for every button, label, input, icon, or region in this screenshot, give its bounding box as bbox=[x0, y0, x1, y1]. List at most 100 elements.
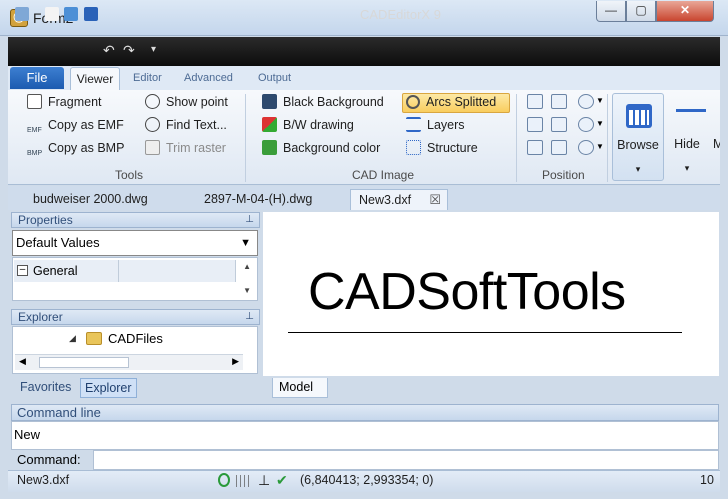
group-label-tools: Tools bbox=[115, 168, 144, 182]
hide-button[interactable]: Hide ▾ bbox=[666, 93, 708, 181]
folder-icon bbox=[86, 332, 102, 345]
status-file: New3.dxf bbox=[17, 473, 70, 487]
fragment-label: Fragment bbox=[48, 95, 102, 109]
command-output: New bbox=[11, 421, 719, 450]
black-background-button[interactable]: Black Background bbox=[262, 93, 384, 111]
tab-file[interactable]: File bbox=[10, 67, 64, 89]
layers-button[interactable]: Layers bbox=[406, 116, 465, 134]
properties-select[interactable]: Default Values ▼ bbox=[12, 230, 258, 256]
chevron-down-icon[interactable]: ▼ bbox=[240, 231, 251, 255]
close-tab-icon[interactable]: ☒ bbox=[429, 190, 441, 210]
tab-model[interactable]: Model bbox=[272, 378, 328, 398]
arcs-splitted-button[interactable]: Arcs Splitted bbox=[406, 93, 496, 111]
tab-favorites[interactable]: Favorites bbox=[16, 378, 75, 398]
structure-label: Structure bbox=[427, 141, 478, 155]
hide-dropdown-icon[interactable]: ▾ bbox=[666, 163, 708, 174]
structure-button[interactable]: Structure bbox=[406, 139, 478, 157]
ortho-icon[interactable]: ⊥ bbox=[258, 472, 270, 488]
undo-icon[interactable]: ↶ bbox=[103, 42, 115, 59]
app-menu-icon[interactable] bbox=[15, 7, 29, 21]
show-point-button[interactable]: Show point bbox=[145, 93, 228, 111]
property-grid: – General ▲ ▼ bbox=[12, 257, 258, 301]
minimize-button[interactable]: — bbox=[596, 1, 626, 22]
open-folder-icon[interactable] bbox=[64, 7, 78, 21]
zoom-options-icon[interactable] bbox=[578, 140, 594, 155]
properties-select-value: Default Values bbox=[16, 235, 100, 250]
trim-raster-button[interactable]: Trim raster bbox=[145, 139, 226, 157]
scroll-down-icon[interactable]: ▼ bbox=[243, 286, 251, 295]
snap-icon[interactable] bbox=[218, 473, 230, 487]
pan-icon[interactable] bbox=[527, 117, 543, 132]
zoom-in-dropdown-icon[interactable]: ▼ bbox=[596, 96, 604, 105]
collapse-icon[interactable]: – bbox=[17, 265, 28, 276]
browse-button[interactable]: Browse ▾ bbox=[612, 93, 664, 181]
more-button[interactable]: M bbox=[711, 93, 720, 181]
layers-label: Layers bbox=[427, 118, 465, 132]
crosshair-icon bbox=[145, 94, 160, 109]
new-file-icon[interactable] bbox=[45, 7, 59, 21]
bw-drawing-icon bbox=[262, 117, 277, 132]
tab-viewer[interactable]: Viewer bbox=[70, 67, 120, 91]
layers-icon bbox=[406, 117, 421, 132]
fragment-icon bbox=[27, 94, 42, 109]
copy-emf-label: Copy as EMF bbox=[48, 118, 124, 132]
orbit-icon[interactable] bbox=[551, 140, 567, 155]
tab-explorer[interactable]: Explorer bbox=[80, 378, 137, 398]
horizontal-scrollbar[interactable]: ◀ ▶ bbox=[15, 354, 243, 370]
black-background-icon bbox=[262, 94, 277, 109]
redo-icon[interactable]: ↷ bbox=[123, 42, 135, 59]
show-point-label: Show point bbox=[166, 95, 228, 109]
pin-icon[interactable]: ⊥ bbox=[245, 310, 254, 324]
more-label: M bbox=[713, 137, 720, 151]
grid-icon[interactable] bbox=[236, 475, 250, 487]
copy-emf-button[interactable]: EMF Copy as EMF bbox=[27, 116, 124, 134]
bw-drawing-label: B/W drawing bbox=[283, 118, 354, 132]
scrollbar-thumb[interactable] bbox=[39, 357, 129, 368]
browse-dropdown-icon[interactable]: ▾ bbox=[613, 164, 663, 175]
fragment-button[interactable]: Fragment bbox=[27, 93, 102, 111]
zoom-out-icon[interactable] bbox=[578, 117, 594, 132]
tree-expand-icon[interactable]: ◢ bbox=[69, 333, 76, 344]
status-coordinates: (6,840413; 2,993354; 0) bbox=[300, 473, 434, 487]
background-color-button[interactable]: Background color bbox=[262, 139, 380, 157]
document-tab-active[interactable]: New3.dxf ☒ bbox=[350, 189, 448, 210]
zoom-out-dropdown-icon[interactable]: ▼ bbox=[596, 119, 604, 128]
scroll-left-icon[interactable]: ◀ bbox=[19, 356, 26, 367]
trim-raster-label: Trim raster bbox=[166, 141, 226, 155]
background-color-icon bbox=[262, 140, 277, 155]
tab-editor[interactable]: Editor bbox=[133, 72, 162, 84]
fit-icon[interactable] bbox=[527, 94, 543, 109]
pin-icon[interactable]: ⊥ bbox=[245, 213, 254, 227]
ribbon-title: CADEditorX 9 bbox=[360, 7, 441, 22]
maximize-button[interactable]: ▢ bbox=[626, 1, 656, 22]
command-input[interactable] bbox=[93, 450, 719, 470]
group-separator bbox=[516, 94, 517, 182]
tree-item-cadfiles[interactable]: CADFiles bbox=[108, 331, 163, 346]
find-text-button[interactable]: Find Text... bbox=[145, 116, 227, 134]
rotate-icon[interactable] bbox=[527, 140, 543, 155]
tab-advanced[interactable]: Advanced bbox=[184, 72, 233, 84]
scroll-right-icon[interactable]: ▶ bbox=[232, 356, 239, 367]
copy-bmp-button[interactable]: BMP Copy as BMP bbox=[27, 139, 124, 157]
status-page: 10 bbox=[700, 473, 714, 487]
properties-panel-header: Properties ⊥ bbox=[11, 212, 260, 228]
copy-bmp-icon: BMP bbox=[27, 150, 43, 157]
group-separator bbox=[245, 94, 246, 182]
close-button[interactable]: ✕ bbox=[656, 1, 714, 22]
zoom-extents-icon[interactable] bbox=[551, 117, 567, 132]
save-icon[interactable] bbox=[84, 7, 98, 21]
zoom-options-dropdown-icon[interactable]: ▼ bbox=[596, 142, 604, 151]
document-tab[interactable]: budweiser 2000.dwg bbox=[33, 189, 148, 210]
zoom-window-icon[interactable] bbox=[551, 94, 567, 109]
scroll-up-icon[interactable]: ▲ bbox=[243, 262, 251, 271]
qat-customize-icon[interactable]: ▾ bbox=[151, 44, 156, 55]
property-group-row[interactable]: – General bbox=[14, 260, 236, 282]
zoom-in-icon[interactable] bbox=[578, 94, 594, 109]
properties-title: Properties bbox=[18, 213, 73, 227]
osnap-icon[interactable]: ✔ bbox=[276, 472, 288, 488]
command-prompt-label: Command: bbox=[17, 452, 81, 467]
tab-output[interactable]: Output bbox=[258, 72, 291, 84]
find-text-label: Find Text... bbox=[166, 118, 227, 132]
document-tab[interactable]: 2897-M-04-(H).dwg bbox=[204, 189, 312, 210]
bw-drawing-button[interactable]: B/W drawing bbox=[262, 116, 354, 134]
